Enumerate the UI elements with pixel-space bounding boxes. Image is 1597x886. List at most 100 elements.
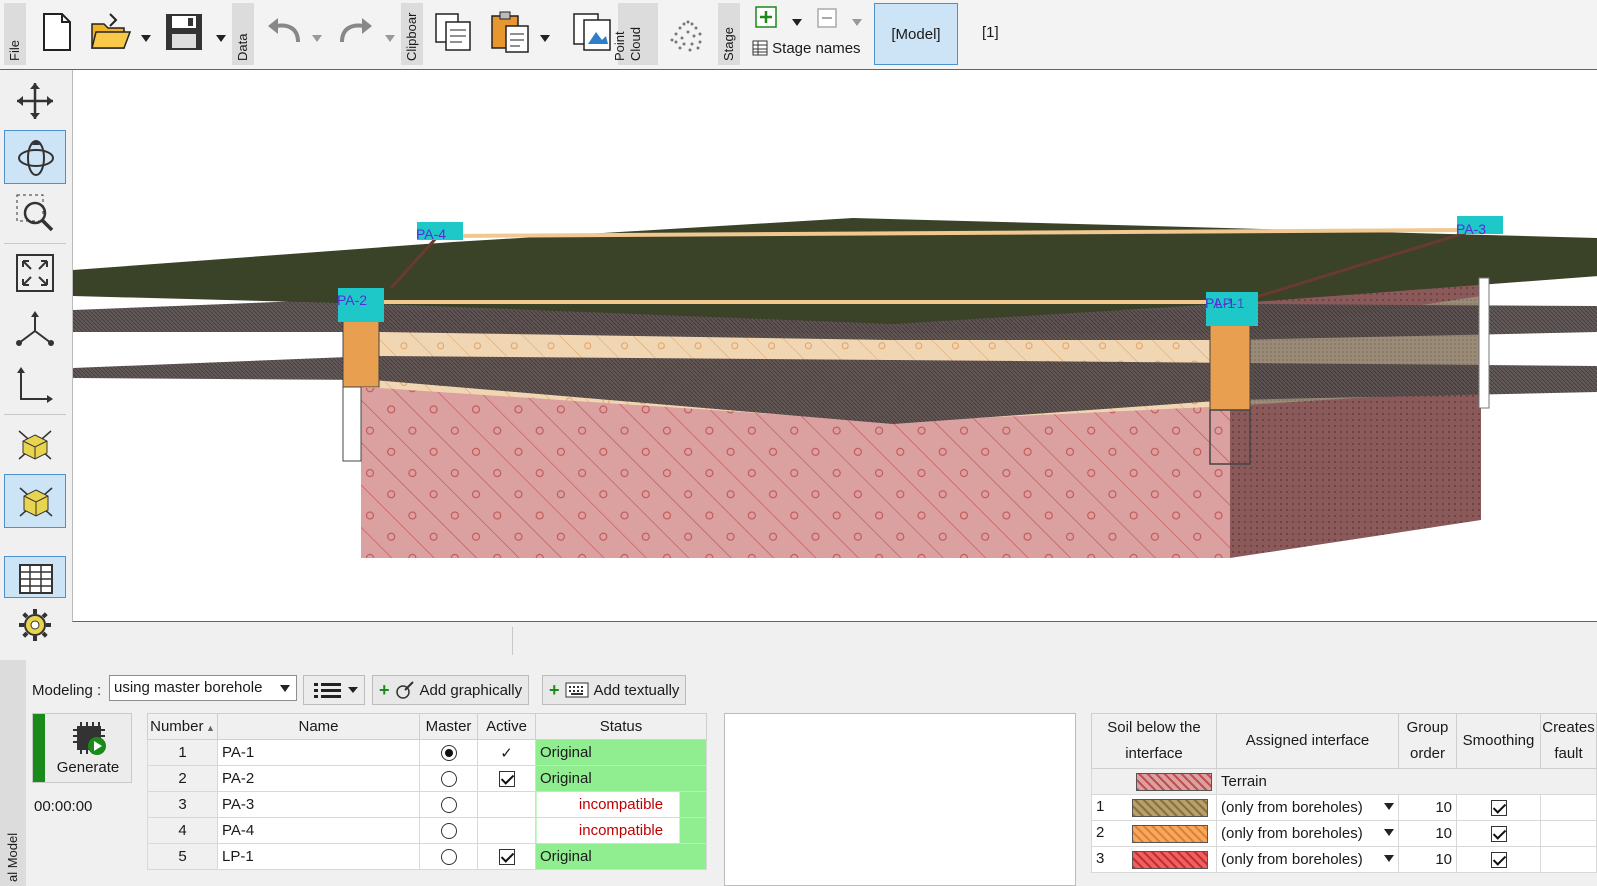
open-dropdown-icon[interactable] [141,30,151,42]
stage-names-button[interactable]: Stage names [752,40,862,62]
smoothing-checkbox[interactable] [1490,800,1507,817]
row-number: 3 [1096,850,1105,868]
interface-select[interactable]: (only from boreholes) [1216,820,1399,847]
add-graphically-button[interactable]: + Add graphically [372,675,530,705]
generation-time: 00:00:00 [34,798,93,815]
redo-dropdown-icon[interactable] [385,30,395,42]
column-header-master[interactable]: Master [419,713,478,740]
borehole-label: LP-1 [1215,295,1245,311]
borehole-name[interactable]: PA-4 [217,817,420,844]
creates-fault-cell[interactable] [1540,846,1597,873]
creates-fault-cell[interactable] [1540,794,1597,821]
open-file-icon[interactable] [88,10,132,54]
column-header-active[interactable]: Active [477,713,536,740]
rotate-tool[interactable] [4,130,66,184]
point-cloud-icon[interactable] [664,10,708,54]
active-checkbox[interactable] [498,849,515,866]
soil-swatch [1132,824,1208,843]
tab-file[interactable]: File [4,3,26,65]
group-order[interactable]: 10 [1398,846,1457,873]
plus-icon: + [379,679,390,700]
row-number: 1 [1096,798,1105,816]
active-checkbox[interactable] [498,771,515,788]
view-wireframe-tool[interactable] [4,418,66,472]
paste-icon[interactable] [488,10,532,54]
borehole-name[interactable]: PA-1 [217,739,420,766]
column-header-group-order[interactable]: Group order [1398,713,1457,769]
stage-tab-1[interactable]: [1] [982,24,999,41]
borehole-name[interactable]: PA-2 [217,765,420,792]
group-order[interactable]: 10 [1398,820,1457,847]
save-file-icon[interactable] [162,10,206,54]
save-dropdown-icon[interactable] [216,30,226,42]
generate-button[interactable]: Generate [32,713,132,783]
group-order[interactable]: 10 [1398,794,1457,821]
table-row[interactable]: 1 PA-1 ✓ Original [147,739,707,766]
side-tab[interactable]: al Model [0,660,26,886]
list-view-button[interactable] [303,675,365,705]
smoothing-checkbox[interactable] [1490,852,1507,869]
remove-stage-icon[interactable] [817,8,837,28]
column-header-name[interactable]: Name [217,713,420,740]
move-tool[interactable] [4,74,66,128]
rotate-icon [18,140,54,176]
table-row[interactable]: 4 PA-4 incompatible [147,817,707,844]
zoom-fit-tool[interactable] [4,246,66,300]
active-tick[interactable]: ✓ [500,745,513,762]
undo-dropdown-icon[interactable] [312,30,322,42]
table-row[interactable]: 1 (only from boreholes) 10 [1091,794,1597,821]
table-row[interactable]: 2 (only from boreholes) 10 [1091,820,1597,847]
paste-dropdown-icon[interactable] [540,30,550,42]
column-header-smoothing[interactable]: Smoothing [1456,713,1541,769]
table-row[interactable]: 3 (only from boreholes) 10 [1091,846,1597,873]
creates-fault-cell[interactable] [1540,820,1597,847]
copy-view-icon[interactable] [570,10,614,54]
table-row[interactable]: 5 LP-1 Original [147,843,707,870]
master-radio[interactable] [440,771,457,788]
tab-stage[interactable]: Stage [718,3,740,65]
master-radio[interactable] [440,849,457,866]
table-view-tool[interactable] [4,556,66,598]
borehole-name[interactable]: PA-3 [217,791,420,818]
borehole-name[interactable]: LP-1 [217,843,420,870]
modeling-select[interactable]: using master borehole [109,675,297,701]
table-row[interactable]: 2 PA-2 Original [147,765,707,792]
column-header-assigned-interface[interactable]: Assigned interface [1216,713,1399,769]
view-solid-tool[interactable] [4,474,66,528]
smoothing-checkbox[interactable] [1490,826,1507,843]
axes-2d-tool[interactable] [4,358,66,412]
master-radio[interactable] [440,797,457,814]
remove-stage-dropdown-icon[interactable] [852,14,862,26]
axes-3d-tool[interactable] [4,302,66,356]
tab-data[interactable]: Data [232,3,254,65]
settings-tool[interactable] [4,602,66,648]
undo-icon[interactable] [262,10,306,54]
add-stage-dropdown-icon[interactable] [792,14,802,26]
add-textually-button[interactable]: + Add textually [542,675,687,705]
master-radio[interactable] [440,745,457,762]
borehole-label: PA-3 [1456,221,1486,237]
interface-table: Soil below the interface Assigned interf… [1091,713,1597,873]
zoom-window-tool[interactable] [4,186,66,240]
tab-point-cloud[interactable]: Point Cloud [612,3,658,65]
column-header-number[interactable]: Number ▲ [147,713,218,740]
column-header-status[interactable]: Status [535,713,707,740]
stage-tab-model[interactable]: [Model] [874,3,958,65]
redo-icon[interactable] [334,10,378,54]
interface-select[interactable]: (only from boreholes) [1216,794,1399,821]
tab-clipboard[interactable]: Clipboar [401,3,423,65]
status-cell: Original [535,739,707,766]
copy-icon[interactable] [432,10,476,54]
interface-select[interactable]: (only from boreholes) [1216,846,1399,873]
table-row[interactable]: 3 PA-3 incompatible [147,791,707,818]
model-viewport[interactable]: PA-4 PA-2 PA-3 PA-1 LP-1 [72,70,1597,622]
new-file-icon[interactable] [34,10,78,54]
master-radio[interactable] [440,823,457,840]
generate-label: Generate [56,759,120,776]
column-header-creates-fault[interactable]: Creates fault [1540,713,1597,769]
column-header-soil-below[interactable]: Soil below the interface [1091,713,1217,769]
add-stage-icon[interactable] [755,6,777,28]
stage-names-label: Stage names [772,40,861,57]
borehole-label: PA-2 [337,292,367,308]
table-row[interactable]: Terrain [1091,768,1597,795]
